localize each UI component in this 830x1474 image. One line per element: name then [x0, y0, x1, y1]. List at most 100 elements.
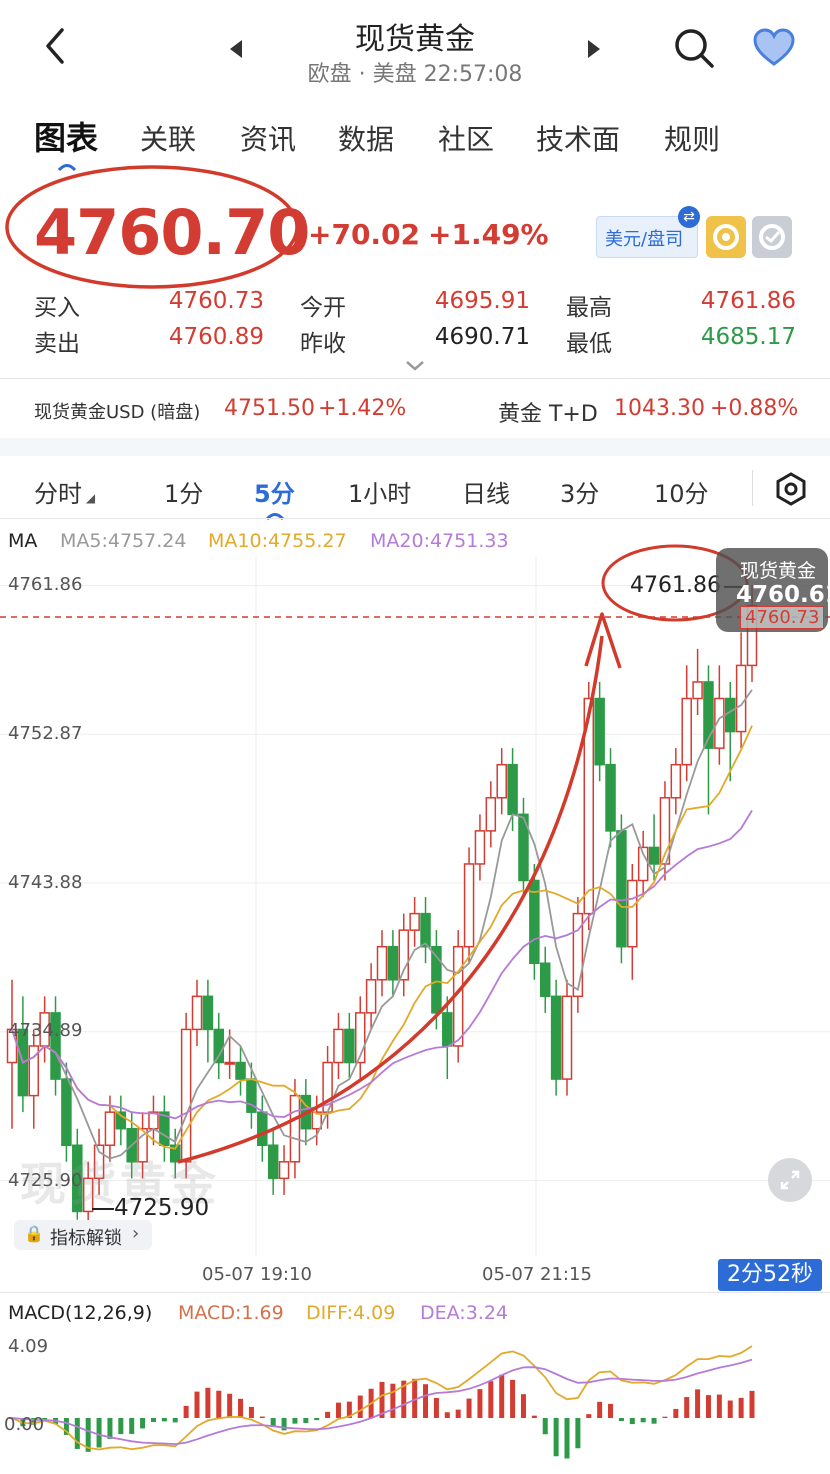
candle-body: [365, 979, 377, 1014]
macd-bar: [314, 1418, 320, 1421]
macd-bar: [292, 1418, 298, 1424]
macd-bar: [455, 1409, 461, 1418]
candle-body: [289, 1094, 301, 1163]
period-10min[interactable]: 10分: [654, 474, 709, 509]
period-1min[interactable]: 1分: [164, 474, 203, 509]
macd-bar: [238, 1398, 244, 1418]
macd-bar: [499, 1374, 505, 1418]
macd-bar: [749, 1390, 755, 1418]
period-1hour[interactable]: 1小时: [348, 474, 411, 509]
tab-community[interactable]: 社区: [438, 118, 494, 158]
ask-label: 卖出: [34, 331, 80, 357]
ma20-value: MA20:4751.33: [370, 530, 509, 552]
macd-bar: [629, 1418, 635, 1425]
macd-bar: [444, 1412, 450, 1418]
favorite-heart-icon[interactable]: [752, 28, 796, 68]
macd-bar: [227, 1393, 233, 1418]
tab-data[interactable]: 数据: [338, 118, 394, 158]
related-right-pct: +0.88%: [710, 396, 799, 421]
tab-news[interactable]: 资讯: [240, 118, 296, 158]
chevron-right-icon: ›: [132, 1223, 140, 1244]
candle-body: [180, 1028, 192, 1163]
macd-bar: [553, 1418, 559, 1457]
macd-bar: [259, 1416, 265, 1418]
macd-bar: [466, 1398, 472, 1418]
x-axis-label: 05-07 21:15: [482, 1264, 592, 1285]
macd-bar: [608, 1403, 614, 1418]
candle-body: [278, 1161, 290, 1180]
alert-icon[interactable]: [706, 216, 746, 258]
period-divider: [752, 470, 753, 506]
fullscreen-icon[interactable]: [768, 1158, 812, 1202]
ma10-value: MA10:4755.27: [208, 530, 347, 552]
high-marker-label: 4761.86: [630, 573, 721, 598]
period-5min[interactable]: 5分: [254, 474, 295, 509]
macd-bar: [433, 1397, 439, 1418]
prev-close-label: 昨收: [300, 331, 346, 357]
unlock-label: 指标解锁: [50, 1228, 122, 1249]
candle-body: [616, 830, 627, 948]
candle-body: [670, 763, 682, 799]
bid-value: 4760.73: [168, 288, 264, 314]
tab-chart[interactable]: 图表: [34, 113, 98, 159]
next-instrument-icon[interactable]: [588, 40, 600, 58]
candle-body: [463, 863, 475, 948]
related-right-price: 1043.30: [614, 396, 705, 421]
candle-body: [474, 830, 486, 865]
candle-body: [442, 1012, 453, 1047]
tab-technical[interactable]: 技术面: [536, 118, 620, 158]
candle-body: [627, 879, 638, 948]
period-3min[interactable]: 3分: [560, 474, 599, 509]
high-label: 最高: [566, 295, 612, 321]
macd-bar: [140, 1418, 146, 1429]
currency-unit-label: 美元/盘司: [605, 229, 684, 250]
macd-bar: [357, 1395, 363, 1418]
macd-bar: [488, 1381, 494, 1418]
related-left-pct: +1.42%: [318, 396, 407, 421]
candle-body: [202, 995, 214, 1031]
candle-body: [61, 1078, 72, 1147]
expand-chevron-icon[interactable]: [404, 358, 426, 372]
period-timeshare[interactable]: 分时 ◢: [34, 474, 95, 509]
candle-body: [496, 763, 507, 799]
macd-bar: [531, 1415, 537, 1418]
candle-body: [550, 995, 562, 1080]
macd-bar: [183, 1405, 189, 1418]
related-right-name[interactable]: 黄金 T+D: [498, 396, 598, 428]
settings-icon[interactable]: [752, 216, 792, 258]
related-left-name[interactable]: 现货黄金USD (暗盘): [34, 398, 200, 424]
candle-body: [724, 697, 736, 733]
swap-icon[interactable]: ⇄: [678, 206, 700, 228]
macd-bar: [477, 1389, 483, 1418]
tab-related[interactable]: 关联: [140, 118, 196, 158]
macd-bar: [586, 1414, 592, 1418]
candle-body: [605, 763, 616, 832]
y-axis-label: 4743.88: [8, 872, 83, 893]
ma5-line: [11, 689, 753, 1160]
macd-bar: [597, 1401, 603, 1418]
price-tag-price: 4760.61: [736, 582, 830, 608]
macd-bar: [738, 1397, 744, 1418]
macd-bar: [520, 1394, 526, 1418]
macd-zero-label: 0.00: [4, 1414, 45, 1435]
macd-bar: [172, 1418, 178, 1423]
open-label: 今开: [300, 295, 346, 321]
indicator-unlock-button[interactable]: 🔒 指标解锁 ›: [14, 1220, 152, 1250]
candle-body: [398, 929, 410, 981]
period-daily[interactable]: 日线: [462, 474, 510, 509]
macd-bar: [705, 1395, 711, 1418]
macd-bar: [248, 1406, 254, 1418]
last-price: 4760.70: [34, 196, 310, 269]
tab-rules[interactable]: 规则: [664, 118, 720, 158]
prev-close-value: 4690.71: [434, 324, 530, 350]
macd-bar: [727, 1400, 733, 1418]
macd-bar: [390, 1383, 396, 1418]
macd-bar: [74, 1418, 80, 1449]
macd-bar: [423, 1384, 429, 1418]
candle-body: [648, 846, 660, 865]
chart-settings-icon[interactable]: [772, 470, 810, 508]
low-value: 4685.17: [700, 324, 796, 350]
lock-icon: 🔒: [24, 1224, 44, 1243]
candle-body: [539, 962, 551, 998]
search-icon[interactable]: [672, 26, 716, 70]
